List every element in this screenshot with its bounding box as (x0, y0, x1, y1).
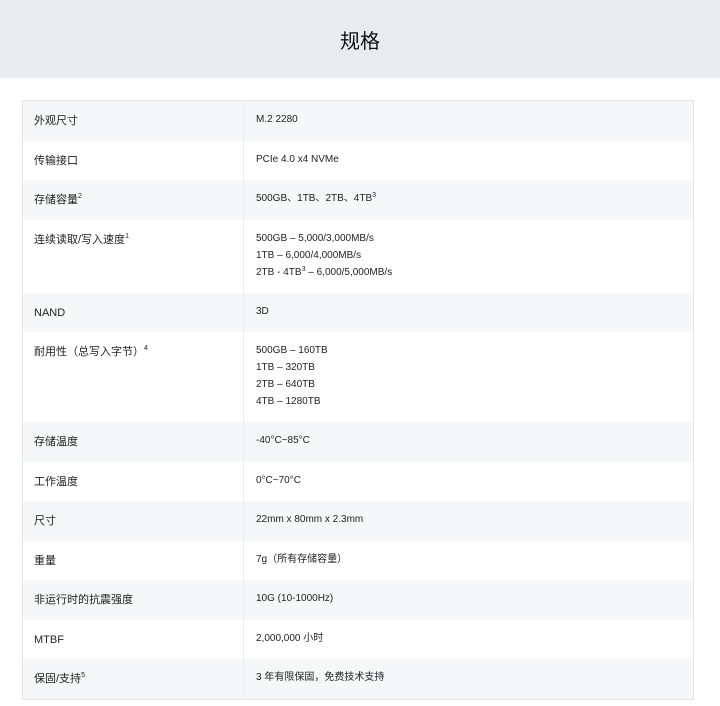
spec-label: 非运行时的抗震强度 (23, 580, 244, 620)
spec-row-nand: NAND 3D (23, 290, 693, 333)
footnote-mark: 2 (78, 193, 82, 200)
spec-label: 存储容量2 (23, 180, 244, 220)
spec-value: 3 年有限保固，免费技术支持 (244, 656, 693, 699)
spec-row-shock: 非运行时的抗震强度 10G (10-1000Hz) (23, 580, 693, 620)
value-line: 2TB - 4TB3 – 6,000/5,000MB/s (256, 264, 693, 281)
spec-label: 连续读取/写入速度1 (23, 219, 244, 293)
spec-value: 22mm x 80mm x 2.3mm (244, 498, 693, 541)
value-line: 2TB – 640TB (256, 379, 315, 390)
spec-value: -40°C~85°C (244, 419, 693, 462)
spec-table: 外观尺寸 M.2 2280 传输接口 PCIe 4.0 x4 NVMe 存储容量… (22, 100, 694, 700)
spec-row-endurance: 耐用性（总写入字节）4 500GB – 160TB 1TB – 320TB 2T… (23, 332, 693, 422)
spec-label: 耐用性（总写入字节）4 (23, 332, 244, 422)
label-text: 保固/支持 (34, 673, 82, 685)
spec-value: 500GB – 5,000/3,000MB/s 1TB – 6,000/4,00… (244, 217, 693, 293)
spec-label: MTBF (23, 619, 244, 659)
page-header: 规格 (0, 0, 720, 78)
label-text: 存储容量 (34, 194, 78, 206)
spec-row-interface: 传输接口 PCIe 4.0 x4 NVMe (23, 138, 693, 181)
spec-row-dimensions: 尺寸 22mm x 80mm x 2.3mm (23, 501, 693, 541)
value-line: -40°C~85°C (256, 435, 310, 446)
spec-label: 重量 (23, 540, 244, 580)
spec-label: 尺寸 (23, 501, 244, 541)
value-line: M.2 2280 (256, 114, 298, 125)
value-line: 500GB – 160TB (256, 345, 328, 356)
value-line: 4TB – 1280TB (256, 396, 321, 407)
footnote-mark: 3 (372, 192, 377, 199)
spec-row-warranty: 保固/支持5 3 年有限保固，免费技术支持 (23, 659, 693, 699)
spec-row-operating-temp: 工作温度 0°C~70°C (23, 459, 693, 502)
value-line: 7g（所有存储容量） (256, 553, 348, 565)
page-title: 规格 (340, 30, 380, 53)
spec-value: PCIe 4.0 x4 NVMe (244, 138, 693, 181)
spec-label: 保固/支持5 (23, 659, 244, 699)
spec-row-capacity: 存储容量2 500GB、1TB、2TB、4TB3 (23, 180, 693, 220)
footnote-mark: 1 (125, 232, 129, 240)
spec-value: 500GB – 160TB 1TB – 320TB 2TB – 640TB 4T… (244, 329, 693, 422)
spec-value: 2,000,000 小时 (244, 617, 693, 660)
label-text: 连续读取/写入速度 (34, 233, 126, 246)
value-line: 500GB、1TB、2TB、4TB (256, 193, 373, 204)
value-text: 2TB - 4TB (256, 266, 302, 278)
value-line: PCIe 4.0 x4 NVMe (256, 153, 339, 165)
value-line: 1TB – 6,000/4,000MB/s (256, 249, 362, 261)
spec-value: 3D (244, 290, 693, 333)
value-line: 3D (256, 305, 269, 317)
spec-value: 500GB、1TB、2TB、4TB3 (244, 177, 693, 220)
spec-value: 7g（所有存储容量） (244, 538, 693, 581)
value-line: 500GB – 5,000/3,000MB/s (256, 232, 374, 244)
spec-row-storage-temp: 存储温度 -40°C~85°C (23, 422, 693, 462)
footnote-mark: 3 (301, 265, 306, 273)
label-text: 耐用性（总写入字节） (34, 346, 144, 358)
spec-row-weight: 重量 7g（所有存储容量） (23, 538, 693, 581)
footnote-mark: 5 (81, 672, 85, 679)
value-line: 10G (10-1000Hz) (256, 593, 334, 604)
spec-label: 存储温度 (23, 422, 244, 462)
footnote-mark: 4 (144, 345, 148, 352)
value-text: – 6,000/5,000MB/s (305, 266, 393, 278)
spec-value: M.2 2280 (244, 98, 693, 141)
value-line: 22mm x 80mm x 2.3mm (256, 514, 364, 525)
spec-value: 10G (10-1000Hz) (244, 577, 693, 620)
spec-label: 外观尺寸 (23, 101, 244, 141)
value-line: 2,000,000 小时 (256, 632, 324, 644)
spec-row-speed: 连续读取/写入速度1 500GB – 5,000/3,000MB/s 1TB –… (23, 217, 693, 293)
spec-label: NAND (23, 292, 244, 332)
value-line: 1TB – 320TB (256, 362, 315, 373)
spec-row-mtbf: MTBF 2,000,000 小时 (23, 617, 693, 660)
spec-value: 0°C~70°C (244, 459, 693, 502)
value-line: 3 年有限保固，免费技术支持 (256, 672, 385, 683)
spec-label: 传输接口 (23, 140, 244, 180)
spec-row-form-factor: 外观尺寸 M.2 2280 (23, 101, 693, 141)
value-line: 0°C~70°C (256, 474, 301, 486)
spec-label: 工作温度 (23, 461, 244, 501)
